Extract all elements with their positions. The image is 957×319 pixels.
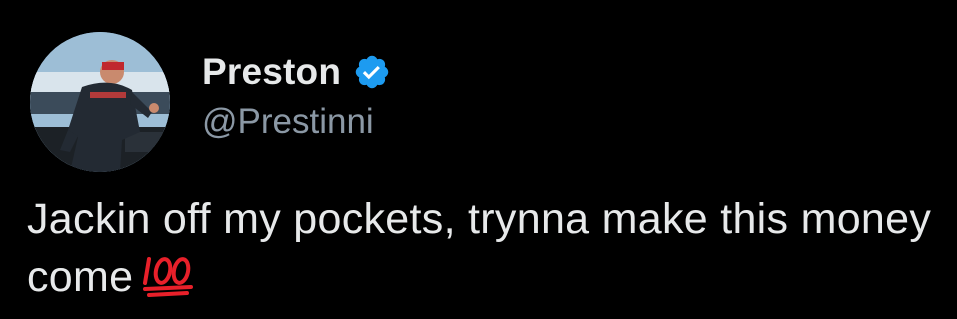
verified-badge-icon xyxy=(353,53,391,91)
display-name[interactable]: Preston xyxy=(202,51,341,93)
avatar-image xyxy=(30,32,170,172)
avatar[interactable] xyxy=(30,32,170,172)
user-name-row[interactable]: Preston xyxy=(202,50,391,94)
user-handle[interactable]: @Prestinni xyxy=(202,102,374,142)
tweet-text: Jackin off my pockets, trynna make this … xyxy=(27,190,947,306)
hundred-points-emoji xyxy=(141,253,197,297)
tweet: Preston @Prestinni Jackin off my pockets… xyxy=(0,0,957,319)
